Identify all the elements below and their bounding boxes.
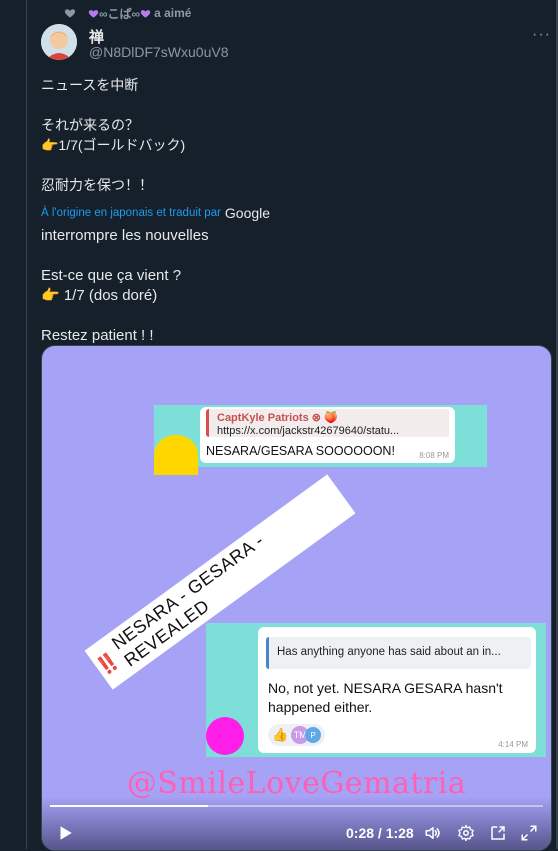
translation-note[interactable]: À l'origine en japonais et traduit par — [41, 207, 221, 219]
chat-bubble: Has anything anyone has said about an in… — [258, 627, 536, 753]
video-time: 0:28 / 1:28 — [346, 825, 414, 841]
chat-time: 4:14 PM — [498, 740, 528, 749]
tweet-line: それが来るの？ — [41, 117, 139, 133]
translation-attribution[interactable]: À l'origine en japonais et traduit par G… — [41, 205, 270, 221]
chat-screenshot-1: CaptKyle Patriots ⊗ 🍑 https://x.com/jack… — [154, 405, 487, 475]
translated-line: interrompre les nouvelles — [41, 227, 209, 244]
translated-line: Restez patient ! ! — [41, 327, 154, 344]
translated-line: 👉 1/7 (dos doré) — [41, 287, 158, 304]
quoted-message: Has anything anyone has said about an in… — [266, 637, 531, 669]
chat-message: No, not yet. NESARA GESARA hasn't happen… — [268, 680, 503, 715]
play-icon[interactable] — [56, 824, 74, 842]
tweet-line: 忍耐力を保つ！！ — [41, 177, 153, 193]
social-context-action: a aimé — [154, 6, 192, 20]
thread-line — [26, 0, 27, 849]
heart-icon — [64, 9, 76, 18]
more-icon[interactable]: ··· — [532, 26, 551, 44]
tweet-line: 👉1/7(ゴールドバック) — [41, 137, 186, 153]
translated-line: Est-ce que ça vient ? — [41, 267, 182, 284]
volume-icon[interactable] — [424, 824, 442, 842]
reaction-avatar: P — [305, 727, 322, 743]
avatar-image — [41, 24, 77, 60]
quote-title: CaptKyle Patriots ⊗ 🍑 — [217, 412, 338, 424]
magenta-avatar — [206, 717, 244, 755]
progress-bar[interactable] — [50, 805, 543, 807]
tweet-original-text: ニュースを中断 それが来るの？ 👉1/7(ゴールドバック) 忍耐力を保つ！！ — [41, 75, 541, 195]
quoted-message: CaptKyle Patriots ⊗ 🍑 https://x.com/jack… — [206, 409, 449, 437]
thumbs-up-icon: 👍 — [272, 727, 289, 742]
social-context-name[interactable]: ∞こぱ∞ — [99, 5, 140, 22]
chat-message: NESARA/GESARA SOOOOOON! — [206, 444, 395, 458]
social-context[interactable]: ∞こぱ∞ a aimé — [64, 5, 191, 21]
picture-in-picture-icon[interactable] — [489, 824, 507, 842]
fullscreen-icon[interactable] — [520, 824, 538, 842]
quote-url: https://x.com/jackstr42679640/statu... — [217, 425, 400, 437]
progress-fill — [50, 805, 208, 807]
tweet-line: ニュースを中断 — [41, 77, 139, 93]
video-player[interactable]: CaptKyle Patriots ⊗ 🍑 https://x.com/jack… — [41, 345, 552, 851]
reactions: 👍 TM P — [268, 724, 326, 746]
avatar[interactable] — [41, 24, 77, 60]
purple-heart-icon — [140, 9, 151, 18]
purple-heart-icon — [88, 9, 99, 18]
translation-provider: Google — [224, 205, 271, 221]
yellow-avatar — [154, 435, 198, 475]
chat-screenshot-2: Has anything anyone has said about an in… — [206, 623, 546, 757]
tweet-translated-text: interrompre les nouvelles Est-ce que ça … — [41, 226, 541, 346]
chat-time: 8:08 PM — [419, 451, 449, 460]
gear-icon[interactable] — [457, 824, 475, 842]
chat-bubble: CaptKyle Patriots ⊗ 🍑 https://x.com/jack… — [200, 407, 455, 463]
author-handle[interactable]: @N8DlDF7sWxu0uV8 — [89, 44, 228, 60]
quote-text: Has anything anyone has said about an in… — [277, 646, 501, 658]
